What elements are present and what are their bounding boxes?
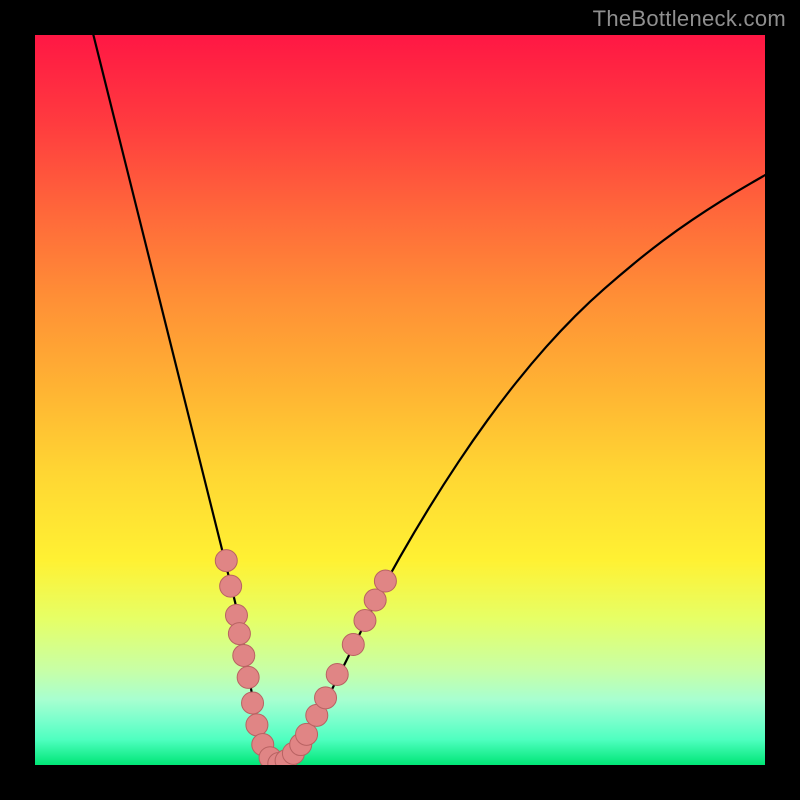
curve-marker <box>246 714 268 736</box>
curve-marker <box>259 747 281 765</box>
curve-marker <box>374 570 396 592</box>
curve-marker <box>252 734 274 756</box>
curve-marker <box>225 604 247 626</box>
curve-marker <box>342 634 364 656</box>
curve-marker <box>354 609 376 631</box>
curve-marker <box>215 550 237 572</box>
curve-marker <box>282 742 304 764</box>
curve-marker <box>220 575 242 597</box>
curve-marker <box>228 623 250 645</box>
watermark-text: TheBottleneck.com <box>593 6 786 32</box>
curve-marker <box>315 687 337 709</box>
curve-marker <box>306 704 328 726</box>
curve-marker <box>290 734 312 756</box>
curve-marker <box>268 753 290 765</box>
bottleneck-curve <box>93 35 765 764</box>
curve-markers <box>215 550 396 765</box>
curve-layer <box>35 35 765 765</box>
curve-marker <box>296 723 318 745</box>
curve-marker <box>364 589 386 611</box>
curve-marker <box>233 645 255 667</box>
curve-marker <box>326 663 348 685</box>
curve-marker <box>275 750 297 765</box>
chart-frame: TheBottleneck.com <box>0 0 800 800</box>
curve-marker <box>237 666 259 688</box>
curve-marker <box>242 692 264 714</box>
plot-area <box>35 35 765 765</box>
